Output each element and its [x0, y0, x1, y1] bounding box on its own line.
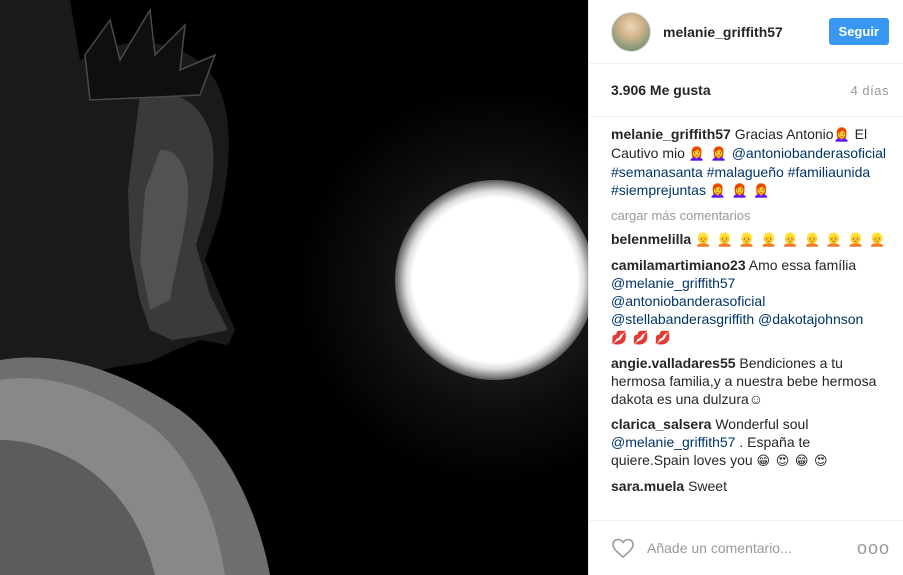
comment: sara.muela Sweet: [611, 477, 890, 495]
comment-username[interactable]: belenmelilla: [611, 231, 691, 247]
comment-tags[interactable]: @melanie_griffith57 @antoniobanderasofic…: [611, 275, 863, 327]
comment-text: Wonderful soul: [715, 416, 809, 432]
more-options-icon[interactable]: ooo: [857, 538, 890, 559]
comment-tags[interactable]: @melanie_griffith57: [611, 434, 735, 450]
comment-text: Sweet: [688, 478, 727, 494]
comment-username[interactable]: camilamartimiano23: [611, 257, 746, 273]
likes-count[interactable]: 3.906 Me gusta: [611, 82, 711, 98]
post-header: melanie_griffith57 Seguir: [589, 0, 903, 64]
post-stats: 3.906 Me gusta 4 días: [589, 64, 903, 116]
comment-username[interactable]: clarica_salsera: [611, 416, 711, 432]
comment-username[interactable]: angie.valladares55: [611, 355, 736, 371]
caption-emoji: 👩‍🦰: [833, 127, 851, 142]
avatar[interactable]: [611, 11, 651, 52]
comment-text: Amo essa família: [748, 257, 857, 273]
comment-emoji: 💋 💋 💋: [611, 330, 672, 345]
comment-username[interactable]: sara.muela: [611, 478, 684, 494]
comments-list[interactable]: melanie_griffith57 Gracias Antonio👩‍🦰 El…: [589, 116, 903, 520]
comment-emoji: 👱 👱 👱 👱 👱 👱 👱 👱 👱: [695, 232, 887, 247]
heart-icon[interactable]: [611, 536, 635, 560]
instagram-post: melanie_griffith57 Seguir 3.906 Me gusta…: [0, 0, 903, 575]
caption: melanie_griffith57 Gracias Antonio👩‍🦰 El…: [611, 125, 890, 200]
header-username[interactable]: melanie_griffith57: [663, 24, 829, 40]
caption-username[interactable]: melanie_griffith57: [611, 126, 731, 142]
caption-text: Gracias Antonio: [734, 126, 834, 142]
post-sidebar: melanie_griffith57 Seguir 3.906 Me gusta…: [588, 0, 903, 575]
comment: angie.valladares55 Bendiciones a tu herm…: [611, 354, 890, 408]
caption-emoji-3: 👩‍🦰 👩‍🦰 👩‍🦰: [709, 183, 771, 198]
load-more-comments[interactable]: cargar más comentarios: [611, 207, 890, 225]
comment: belenmelilla 👱 👱 👱 👱 👱 👱 👱 👱 👱: [611, 230, 890, 249]
comment-bar: Añade un comentario... ooo: [589, 520, 903, 575]
photo-silhouette: [0, 0, 270, 575]
comment: clarica_salsera Wonderful soul @melanie_…: [611, 415, 890, 470]
post-photo[interactable]: [0, 0, 588, 575]
comment-emoji: 😁 😍 😁 😍: [756, 453, 829, 468]
post-date[interactable]: 4 días: [851, 83, 889, 98]
add-comment-input[interactable]: Añade un comentario...: [647, 540, 857, 556]
comment: camilamartimiano23 Amo essa família @mel…: [611, 256, 890, 347]
follow-button[interactable]: Seguir: [828, 18, 889, 45]
caption-emoji-2: 👩‍🦰 👩‍🦰: [688, 146, 728, 161]
